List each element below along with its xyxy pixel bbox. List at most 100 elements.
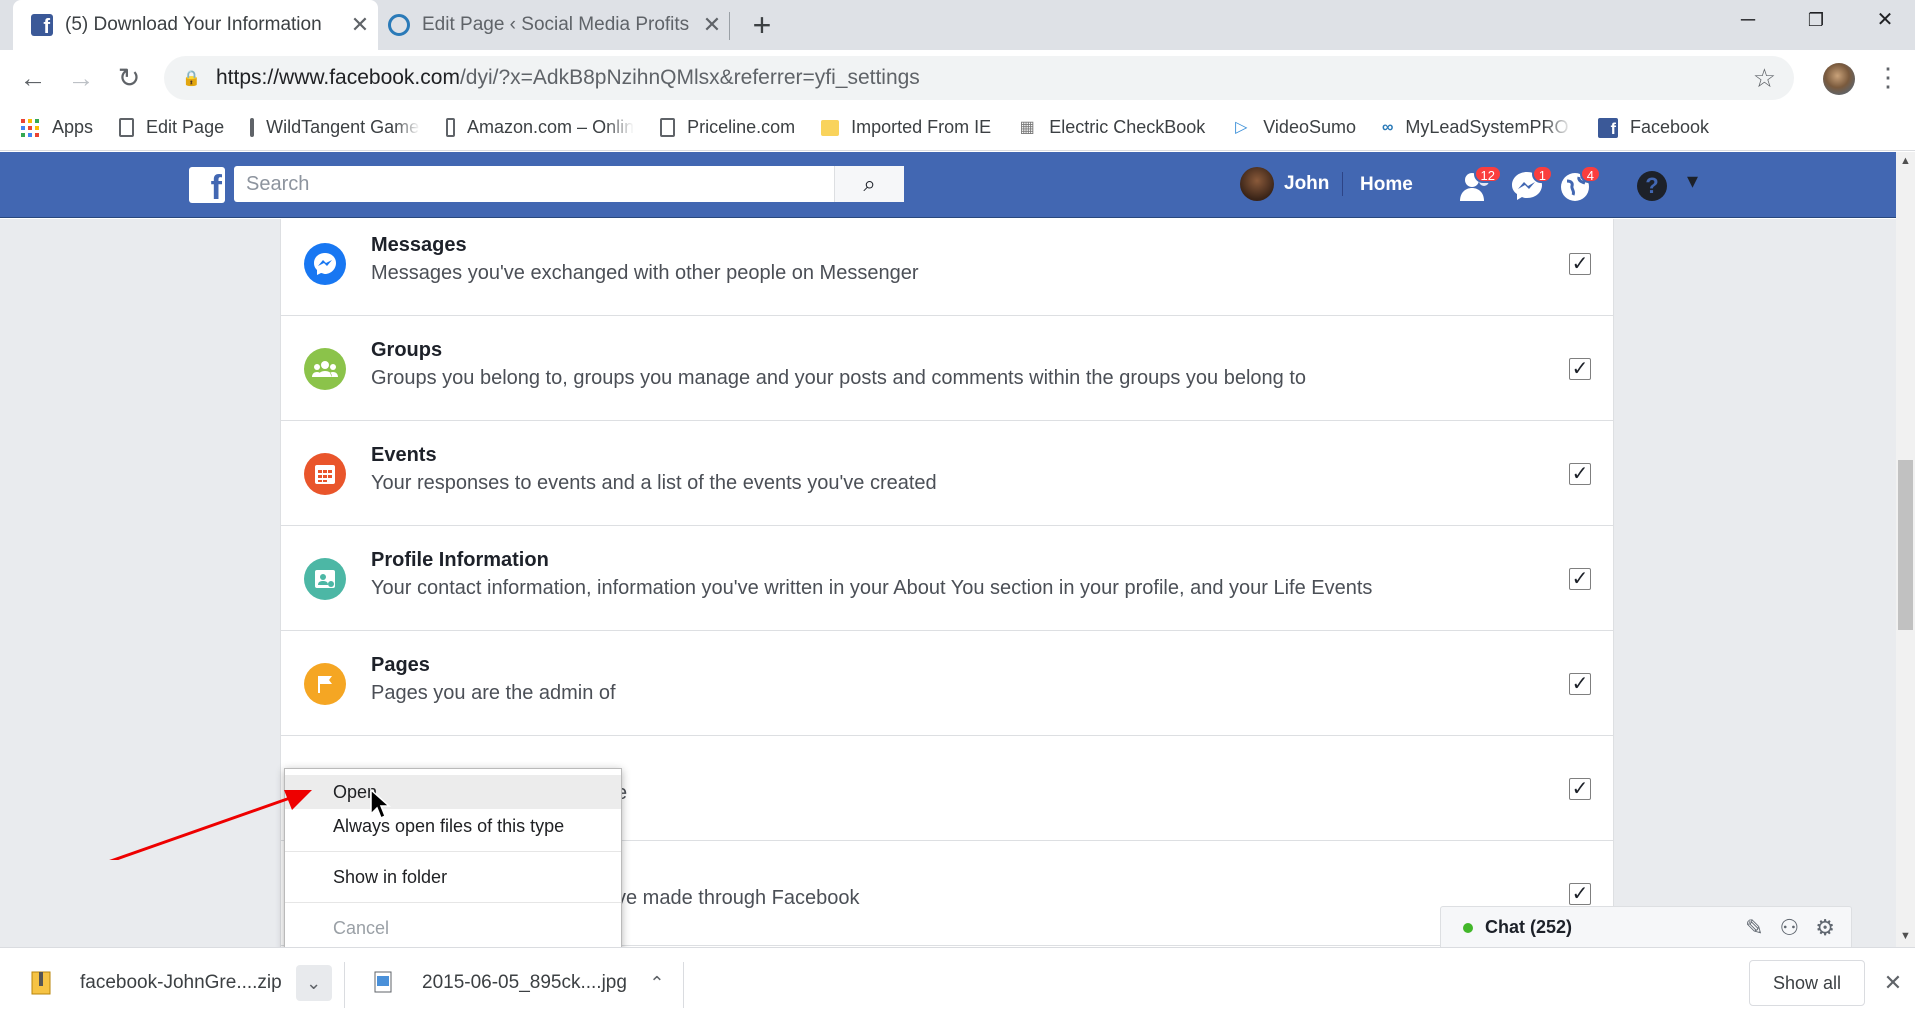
menu-item-cancel[interactable]: Cancel	[285, 911, 621, 945]
download-separator	[344, 962, 345, 1008]
menu-item-show-in-folder[interactable]: Show in folder	[285, 860, 621, 894]
page-icon	[250, 118, 255, 137]
download-item-jpg[interactable]: 2015-06-05_895ck....jpg ⌃	[372, 955, 675, 1011]
friend-requests-button[interactable]: 12	[1458, 165, 1502, 205]
apps-grid-icon	[20, 118, 40, 138]
restore-icon[interactable]: ❐	[1786, 0, 1846, 42]
facebook-logo-icon[interactable]: f	[189, 167, 225, 203]
list-item-messages: Messages Messages you've exchanged with …	[281, 219, 1613, 316]
bookmark-apps[interactable]: Apps	[20, 117, 93, 138]
chevron-down-icon[interactable]: ⌄	[295, 965, 332, 1001]
bookmark-label: Priceline.com	[687, 117, 796, 137]
category-checkbox[interactable]: ✓	[1569, 358, 1591, 380]
bookmark-label: Imported From IE	[851, 117, 992, 137]
bookmark-imported-from-ie[interactable]: Imported From IE	[821, 117, 991, 138]
category-description: Pages you are the admin of	[371, 682, 616, 704]
bookmark-label: Edit Page	[146, 117, 225, 137]
bookmark-myleadsystempro[interactable]: ∞ MyLeadSystemPRO M	[1382, 117, 1572, 138]
profile-link[interactable]: John	[1240, 167, 1329, 201]
show-all-downloads-button[interactable]: Show all	[1749, 960, 1865, 1006]
category-checkbox[interactable]: ✓	[1569, 883, 1591, 905]
category-description: Your contact information, information yo…	[371, 577, 1373, 599]
bookmark-amazon[interactable]: Amazon.com – Onlin	[446, 117, 634, 138]
help-icon[interactable]: ?	[1637, 171, 1667, 201]
gear-icon[interactable]: ⚙	[1815, 915, 1835, 941]
chevron-up-icon[interactable]: ⌃	[639, 965, 675, 1001]
bookmark-star-icon[interactable]: ☆	[1753, 63, 1776, 94]
chrome-menu-icon[interactable]: ⋮	[1873, 60, 1903, 96]
image-file-icon	[374, 971, 392, 993]
category-checkbox[interactable]: ✓	[1569, 463, 1591, 485]
close-tab-icon[interactable]: ✕	[694, 12, 730, 38]
search-input[interactable]	[234, 167, 834, 201]
download-filename: facebook-JohnGre....zip	[80, 972, 282, 993]
url-text[interactable]: https://www.facebook.com/dyi/?x=AdkB8pNz…	[216, 66, 920, 90]
bookmark-label: Facebook	[1629, 117, 1710, 137]
create-group-icon[interactable]: ⚇	[1780, 915, 1800, 941]
scroll-up-arrow-icon[interactable]: ▲	[1896, 152, 1915, 170]
wordpress-favicon-icon	[388, 14, 410, 36]
home-link[interactable]: Home	[1360, 174, 1413, 196]
list-item-events: Events Your responses to events and a li…	[281, 421, 1613, 526]
annotation-arrow-icon	[109, 790, 312, 860]
header-divider	[1342, 172, 1343, 196]
avatar	[1240, 167, 1274, 201]
menu-item-open[interactable]: Open	[285, 775, 621, 809]
bookmark-label: Electric CheckBook	[1049, 117, 1206, 137]
bookmark-priceline[interactable]: Priceline.com	[660, 117, 795, 138]
messages-button[interactable]: 1	[1509, 165, 1553, 205]
chat-label: Chat (252)	[1485, 917, 1573, 937]
bookmark-wildtangent[interactable]: WildTangent Games	[250, 117, 428, 138]
category-checkbox[interactable]: ✓	[1569, 673, 1591, 695]
bookmark-label: WildTangent Games	[266, 117, 429, 137]
category-description: Your responses to events and a list of t…	[371, 472, 937, 494]
scrollbar-thumb[interactable]	[1898, 460, 1913, 630]
category-checkbox[interactable]: ✓	[1569, 253, 1591, 275]
download-separator	[683, 962, 684, 1008]
new-tab-icon[interactable]: +	[742, 6, 782, 46]
new-message-icon[interactable]: ✎	[1745, 915, 1763, 941]
bookmark-label: MyLeadSystemPRO M	[1405, 117, 1572, 137]
close-tab-icon[interactable]: ✕	[342, 12, 378, 38]
category-checkbox[interactable]: ✓	[1569, 568, 1591, 590]
bookmark-label: Apps	[52, 117, 94, 137]
profile-avatar[interactable]	[1823, 63, 1855, 95]
tab-edit-page[interactable]: Edit Page ‹ Social Media Profits – ✕	[380, 0, 730, 50]
close-download-bar-icon[interactable]: ✕	[1880, 966, 1906, 1000]
forward-icon[interactable]: →	[61, 58, 101, 98]
bookmark-electric-checkbook[interactable]: ▦ Electric CheckBook	[1017, 117, 1206, 138]
back-icon[interactable]: ←	[13, 58, 53, 98]
window-close-icon[interactable]: ✕	[1855, 0, 1915, 42]
flag-icon	[304, 663, 346, 705]
account-menu-caret-icon[interactable]: ▾	[1687, 168, 1698, 194]
scroll-down-arrow-icon[interactable]: ▼	[1896, 927, 1915, 945]
friend-requests-badge: 12	[1473, 165, 1502, 183]
bookmark-videosumo[interactable]: ▷ VideoSumo	[1231, 117, 1356, 138]
page-icon	[660, 118, 676, 137]
address-bar[interactable]: 🔒 https://www.facebook.com/dyi/?x=AdkB8p…	[164, 56, 1794, 100]
bookmark-facebook[interactable]: f Facebook	[1597, 117, 1710, 138]
bookmark-label: VideoSumo	[1263, 117, 1356, 137]
chat-bar[interactable]: Chat (252) ✎ ⚇ ⚙	[1440, 906, 1852, 948]
category-description: ve made through Facebook	[616, 887, 860, 909]
tab-title: (5) Download Your Information	[65, 14, 322, 35]
bookmark-edit-page[interactable]: Edit Page	[119, 117, 224, 138]
category-description: Groups you belong to, groups you manage …	[371, 367, 1307, 389]
category-checkbox[interactable]: ✓	[1569, 778, 1591, 800]
search-icon[interactable]: ⌕	[834, 166, 904, 202]
online-status-dot	[1463, 922, 1473, 933]
notifications-badge: 4	[1579, 165, 1601, 183]
list-item-pages: Pages Pages you are the admin of ✓	[281, 631, 1613, 736]
minimize-icon[interactable]: ─	[1718, 0, 1778, 42]
tab-download-your-information[interactable]: Facebookf (5) Download Your Information …	[13, 0, 378, 50]
menu-item-always-open[interactable]: Always open files of this type	[285, 809, 621, 843]
messenger-icon	[304, 243, 346, 285]
download-filename: 2015-06-05_895ck....jpg	[422, 972, 627, 993]
checkbook-icon: ▦	[1019, 118, 1035, 136]
reload-icon[interactable]: ↻	[109, 58, 149, 98]
menu-separator	[285, 902, 621, 903]
category-title: Groups	[371, 339, 443, 361]
download-item-zip[interactable]: facebook-JohnGre....zip ⌄	[30, 955, 332, 1011]
list-item-groups: Groups Groups you belong to, groups you …	[281, 316, 1613, 421]
notifications-button[interactable]: 4	[1557, 165, 1601, 205]
